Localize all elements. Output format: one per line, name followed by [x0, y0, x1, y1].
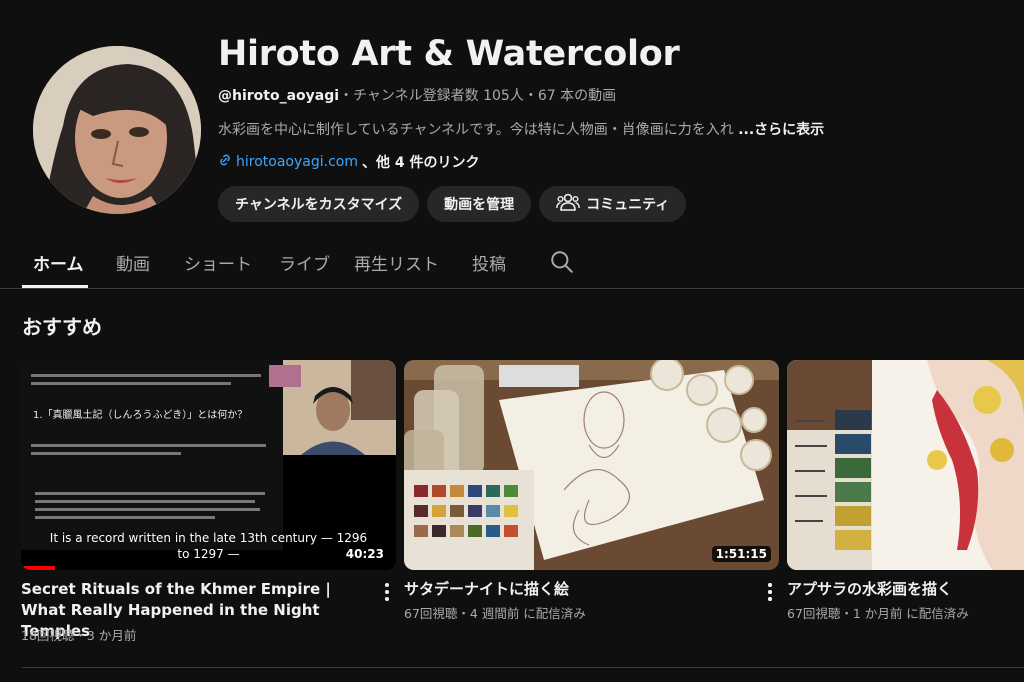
- customize-channel-button[interactable]: チャンネルをカスタマイズ: [218, 186, 420, 222]
- video-duration: 40:23: [341, 546, 388, 562]
- community-label: コミュニティ: [586, 197, 670, 213]
- channel-title: Hiroto Art & Watercolor: [218, 34, 680, 74]
- channel-tabs: ホーム 動画 ショート ライブ 再生リスト 投稿: [0, 238, 1024, 289]
- video-card[interactable]: 1:51:15 サタデーナイトに描く絵 67回視聴・4 週間前 に配信済み: [404, 360, 779, 621]
- search-icon[interactable]: [549, 249, 575, 279]
- video-card[interactable]: アプサラの水彩画を描く 67回視聴・1 か月前 に配信済み: [787, 360, 1024, 621]
- channel-stats: ・チャンネル登録者数 105人・67 本の動画: [339, 88, 617, 104]
- caption-line-1: It is a record written in the late 13th …: [49, 531, 368, 545]
- video-thumbnail[interactable]: [787, 360, 1024, 570]
- tab-posts[interactable]: 投稿: [472, 250, 506, 275]
- channel-links[interactable]: hirotoaoyagi.com 、他 4 件のリンク: [218, 152, 479, 172]
- manage-label: 動画を管理: [444, 197, 515, 213]
- description-text: 水彩画を中心に制作しているチャンネルです。今は特に人物画・肖像画に力を入れ: [218, 122, 734, 138]
- video-meta: 67回視聴・4 週間前 に配信済み: [404, 606, 586, 621]
- active-tab-indicator: [22, 285, 88, 288]
- video-caption: It is a record written in the late 13th …: [21, 530, 396, 562]
- channel-avatar[interactable]: [33, 46, 201, 214]
- tab-live[interactable]: ライブ: [279, 250, 330, 275]
- video-title[interactable]: サタデーナイトに描く絵: [404, 579, 749, 600]
- section-divider: [22, 667, 1024, 668]
- watch-progress: [21, 566, 55, 570]
- tab-home[interactable]: ホーム: [33, 250, 84, 275]
- more-links-label[interactable]: 、他 4 件のリンク: [362, 152, 480, 172]
- video-thumbnail[interactable]: 1:51:15: [404, 360, 779, 570]
- more-options-icon[interactable]: [385, 583, 389, 604]
- section-title: おすすめ: [22, 315, 102, 339]
- channel-actions: チャンネルをカスタマイズ 動画を管理 コミュニティ: [218, 186, 687, 222]
- video-meta: 67回視聴・1 か月前 に配信済み: [787, 606, 969, 621]
- link-icon: [218, 153, 232, 171]
- manage-videos-button[interactable]: 動画を管理: [427, 186, 532, 222]
- customize-label: チャンネルをカスタマイズ: [235, 197, 403, 213]
- video-title[interactable]: アプサラの水彩画を描く: [787, 579, 1017, 600]
- show-more-link[interactable]: ...さらに表示: [738, 122, 824, 138]
- video-thumbnail[interactable]: 1.「真臘風土記（しんろうふどき）」とは何か？ It is a record w…: [21, 360, 396, 570]
- channel-link-url[interactable]: hirotoaoyagi.com: [236, 154, 358, 170]
- video-duration: 1:51:15: [711, 546, 771, 562]
- more-options-icon[interactable]: [768, 583, 772, 604]
- caption-line-2: to 1297 —: [177, 547, 240, 561]
- channel-handle: @hiroto_aoyagi: [218, 88, 340, 104]
- tab-playlists[interactable]: 再生リスト: [354, 250, 439, 275]
- tab-videos[interactable]: 動画: [116, 250, 150, 275]
- people-icon: [556, 192, 581, 216]
- slide-heading: 1.「真臘風土記（しんろうふどき）」とは何か？: [33, 408, 247, 421]
- channel-meta: @hiroto_aoyagi・チャンネル登録者数 105人・67 本の動画: [218, 85, 616, 105]
- video-card[interactable]: 1.「真臘風土記（しんろうふどき）」とは何か？ It is a record w…: [21, 360, 396, 643]
- video-meta: 18回視聴・3 か月前: [21, 628, 137, 643]
- community-button[interactable]: コミュニティ: [539, 186, 687, 222]
- channel-description[interactable]: 水彩画を中心に制作しているチャンネルです。今は特に人物画・肖像画に力を入れ ..…: [218, 119, 824, 139]
- tab-shorts[interactable]: ショート: [184, 250, 252, 275]
